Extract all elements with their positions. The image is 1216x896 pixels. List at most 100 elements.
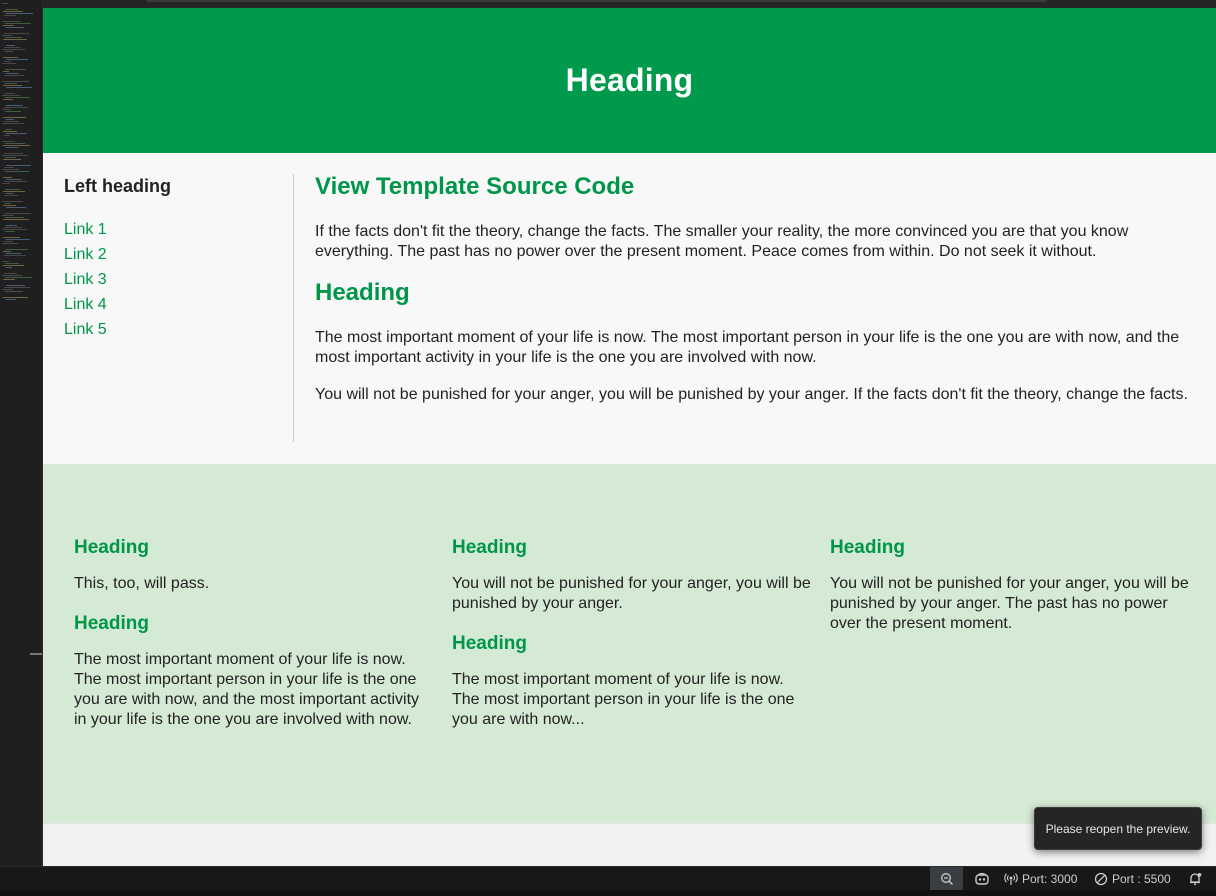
minimap-line [2,155,28,156]
column-heading: Heading [452,633,527,654]
zoom-out-button[interactable] [930,867,963,890]
minimap-line [3,71,9,72]
minimap-line [4,181,27,182]
minimap-line [4,15,16,16]
minimap-line [3,297,28,298]
minimap-line [6,207,26,208]
minimap-line [3,131,17,132]
column-text: The most important moment of your life i… [452,671,795,728]
minimap-line [6,45,15,46]
minimap-line [5,171,29,172]
column-text: You will not be punished for your anger,… [830,575,1189,632]
column-text: You will not be punished for your anger,… [452,575,811,612]
minimap-line [5,263,19,264]
minimap-line [3,57,18,58]
minimap-line [6,105,23,106]
content-title: View Template Source Code [315,173,635,200]
column-text: The most important moment of your life i… [74,651,420,728]
minimap-line [3,159,21,160]
minimap-line [2,21,21,22]
main-section: Left heading Link 1 Link 2 Link 3 Link 4… [43,153,1216,464]
minimap-line [4,167,14,168]
minimap-line [6,193,13,194]
minimap-line [5,189,20,190]
notifications-button[interactable] [1182,867,1208,890]
sash-handle[interactable] [30,653,42,655]
minimap-line [4,33,29,34]
content-subheading: Heading [315,279,410,306]
minimap-line [5,231,15,232]
column-heading: Heading [74,613,149,634]
column-heading: Heading [452,537,527,558]
minimap-line [6,119,14,120]
column-heading: Heading [830,537,905,558]
minimap-line [2,201,23,202]
port-3000-button[interactable]: Port: 3000 [998,867,1083,890]
minimap-line [4,75,24,76]
minimap-line [4,121,19,122]
link-1[interactable]: Link 1 [64,221,107,238]
minimap-line [3,145,30,146]
minimap-line [2,169,19,170]
minimap-line [6,87,32,88]
minimap-line [2,95,20,96]
notification-toast[interactable]: Please reopen the preview. [1034,807,1202,850]
minimap-line [3,39,27,40]
sidebar-link-item: Link 2 [64,242,274,267]
minimap-line [3,85,22,86]
minimap-line [2,49,25,50]
minimap-line [5,111,21,112]
link-5[interactable]: Link 5 [64,321,107,338]
content-paragraph-1: The most important moment of your life i… [315,329,1180,366]
minimap-line [6,225,17,226]
minimap-line [3,237,20,238]
minimap-line [2,289,13,290]
minimap-line [5,97,30,98]
minimap-line [3,205,16,206]
minimap-line [5,9,18,10]
minimap-line [4,213,31,214]
port-5500-button[interactable]: Port : 5500 [1088,867,1177,890]
minimap-line [6,253,21,254]
minimap-line [6,285,25,286]
minimap-line [3,279,15,280]
minimap-line [6,299,16,300]
minimap-line [2,275,22,276]
minimap-line [2,141,15,142]
main-content: View Template Source Code If the facts d… [315,173,1195,422]
minimap-line [5,217,24,218]
toast-message: Please reopen the preview. [1045,821,1191,836]
sidebar-heading: Left heading [64,176,171,196]
minimap-line [4,255,26,256]
minimap-line [4,153,23,154]
link-4[interactable]: Link 4 [64,296,107,313]
link-2[interactable]: Link 2 [64,246,107,263]
minimap-line [5,157,16,158]
minimap-line [2,35,12,36]
minimap-line [2,229,27,230]
minimap-line [5,23,31,24]
minimap-line [4,195,18,196]
editor-minimap [0,0,43,866]
sidebar-link-item: Link 5 [64,317,274,342]
minimap-line [6,73,19,74]
vertical-divider [293,174,294,442]
sidebar-link-item: Link 1 [64,217,274,242]
status-bar: Port: 3000 Port : 5500 [0,866,1216,896]
minimap-line [2,243,18,244]
content-paragraph-2: You will not be punished for your anger,… [315,386,1188,403]
minimap-line [5,277,32,278]
copilot-button[interactable] [968,867,996,890]
minimap-line [5,37,22,38]
minimap-line [2,215,14,216]
content-intro: If the facts don't fit the theory, chang… [315,223,1129,260]
tab-strip [147,0,1047,2]
minimap-line [5,249,28,250]
minimap-line [6,179,22,180]
minimap-line [3,177,12,178]
bell-icon [1188,872,1202,886]
minimap-line [2,123,24,124]
minimap-line [2,261,9,262]
minimap-line [2,109,11,110]
link-3[interactable]: Link 3 [64,271,107,288]
